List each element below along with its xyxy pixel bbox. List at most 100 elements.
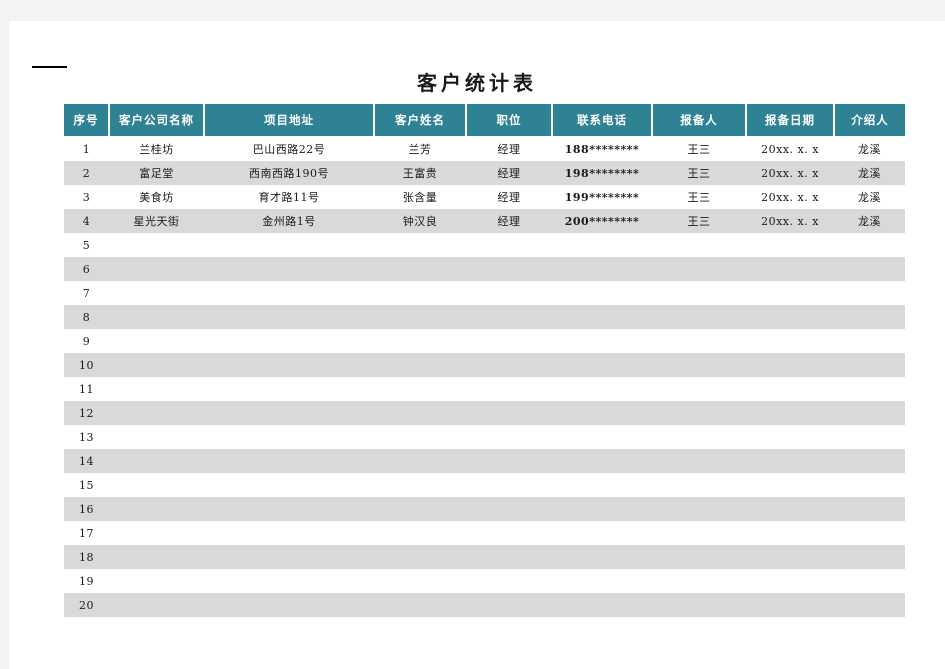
table-row[interactable]: 4 星光天街 金州路1号 钟汉良 经理 200******** 王三 20xx. x. x 龙溪 bbox=[64, 209, 905, 233]
cell-position[interactable]: 经理 bbox=[466, 209, 552, 233]
table-row[interactable]: 5 bbox=[64, 233, 905, 257]
cell-company[interactable]: 美食坊 bbox=[109, 185, 204, 209]
cell-address[interactable]: 金州路1号 bbox=[204, 209, 374, 233]
cell-company[interactable]: 富足堂 bbox=[109, 161, 204, 185]
cell-phone[interactable] bbox=[552, 401, 652, 425]
cell-company[interactable] bbox=[109, 569, 204, 593]
cell-date[interactable] bbox=[746, 521, 834, 545]
cell-index[interactable]: 20 bbox=[64, 593, 109, 617]
cell-position[interactable]: 经理 bbox=[466, 161, 552, 185]
cell-date[interactable] bbox=[746, 593, 834, 617]
cell-customer[interactable] bbox=[374, 545, 466, 569]
table-row[interactable]: 19 bbox=[64, 569, 905, 593]
cell-date[interactable] bbox=[746, 425, 834, 449]
cell-index[interactable]: 3 bbox=[64, 185, 109, 209]
table-row[interactable]: 3 美食坊 育才路11号 张含量 经理 199******** 王三 20xx. x. x 龙溪 bbox=[64, 185, 905, 209]
cell-phone[interactable] bbox=[552, 281, 652, 305]
cell-phone[interactable] bbox=[552, 449, 652, 473]
cell-index[interactable]: 19 bbox=[64, 569, 109, 593]
table-row[interactable]: 15 bbox=[64, 473, 905, 497]
cell-company[interactable] bbox=[109, 329, 204, 353]
cell-reporter[interactable] bbox=[652, 233, 746, 257]
cell-reporter[interactable] bbox=[652, 353, 746, 377]
cell-phone[interactable]: 199******** bbox=[552, 185, 652, 209]
cell-position[interactable] bbox=[466, 569, 552, 593]
cell-index[interactable]: 18 bbox=[64, 545, 109, 569]
cell-phone[interactable] bbox=[552, 497, 652, 521]
cell-customer[interactable] bbox=[374, 305, 466, 329]
cell-reporter[interactable] bbox=[652, 497, 746, 521]
table-row[interactable]: 1 兰桂坊 巴山西路22号 兰芳 经理 188******** 王三 20xx. x. x 龙溪 bbox=[64, 136, 905, 161]
cell-index[interactable]: 12 bbox=[64, 401, 109, 425]
cell-date[interactable]: 20xx. x. x bbox=[746, 136, 834, 161]
column-header-customer[interactable]: 客户姓名 bbox=[374, 104, 467, 137]
cell-address[interactable] bbox=[204, 353, 374, 377]
cell-company[interactable] bbox=[109, 257, 204, 281]
cell-referrer[interactable] bbox=[834, 401, 905, 425]
cell-date[interactable] bbox=[746, 305, 834, 329]
cell-address[interactable] bbox=[204, 305, 374, 329]
column-header-position[interactable]: 职位 bbox=[466, 104, 553, 137]
cell-reporter[interactable] bbox=[652, 257, 746, 281]
cell-customer[interactable]: 王富贵 bbox=[374, 161, 466, 185]
cell-address[interactable] bbox=[204, 449, 374, 473]
cell-customer[interactable] bbox=[374, 497, 466, 521]
cell-address[interactable] bbox=[204, 593, 374, 617]
cell-position[interactable] bbox=[466, 353, 552, 377]
cell-company[interactable] bbox=[109, 233, 204, 257]
cell-date[interactable] bbox=[746, 545, 834, 569]
table-row[interactable]: 9 bbox=[64, 329, 905, 353]
cell-referrer[interactable] bbox=[834, 305, 905, 329]
cell-company[interactable] bbox=[109, 377, 204, 401]
cell-phone[interactable] bbox=[552, 545, 652, 569]
cell-referrer[interactable] bbox=[834, 593, 905, 617]
cell-reporter[interactable] bbox=[652, 305, 746, 329]
cell-address[interactable] bbox=[204, 545, 374, 569]
cell-reporter[interactable] bbox=[652, 329, 746, 353]
cell-customer[interactable] bbox=[374, 281, 466, 305]
table-row[interactable]: 20 bbox=[64, 593, 905, 617]
cell-index[interactable]: 2 bbox=[64, 161, 109, 185]
cell-referrer[interactable]: 龙溪 bbox=[834, 209, 905, 233]
cell-address[interactable] bbox=[204, 521, 374, 545]
cell-customer[interactable] bbox=[374, 449, 466, 473]
cell-index[interactable]: 15 bbox=[64, 473, 109, 497]
cell-phone[interactable] bbox=[552, 521, 652, 545]
cell-customer[interactable] bbox=[374, 329, 466, 353]
cell-date[interactable] bbox=[746, 473, 834, 497]
cell-index[interactable]: 10 bbox=[64, 353, 109, 377]
cell-company[interactable] bbox=[109, 545, 204, 569]
column-header-reporter[interactable]: 报备人 bbox=[652, 104, 747, 137]
cell-address[interactable] bbox=[204, 377, 374, 401]
cell-position[interactable] bbox=[466, 305, 552, 329]
cell-referrer[interactable]: 龙溪 bbox=[834, 161, 905, 185]
cell-referrer[interactable] bbox=[834, 569, 905, 593]
cell-index[interactable]: 14 bbox=[64, 449, 109, 473]
table-row[interactable]: 11 bbox=[64, 377, 905, 401]
cell-position[interactable] bbox=[466, 449, 552, 473]
cell-customer[interactable] bbox=[374, 233, 466, 257]
cell-reporter[interactable] bbox=[652, 473, 746, 497]
cell-position[interactable]: 经理 bbox=[466, 185, 552, 209]
cell-referrer[interactable] bbox=[834, 473, 905, 497]
cell-company[interactable] bbox=[109, 521, 204, 545]
table-row[interactable]: 17 bbox=[64, 521, 905, 545]
cell-phone[interactable] bbox=[552, 569, 652, 593]
cell-phone[interactable]: 198******** bbox=[552, 161, 652, 185]
cell-index[interactable]: 9 bbox=[64, 329, 109, 353]
column-header-phone[interactable]: 联系电话 bbox=[552, 104, 653, 137]
cell-reporter[interactable] bbox=[652, 425, 746, 449]
cell-address[interactable]: 巴山西路22号 bbox=[204, 136, 374, 161]
table-row[interactable]: 14 bbox=[64, 449, 905, 473]
cell-reporter[interactable]: 王三 bbox=[652, 209, 746, 233]
cell-phone[interactable] bbox=[552, 377, 652, 401]
cell-date[interactable]: 20xx. x. x bbox=[746, 185, 834, 209]
cell-index[interactable]: 4 bbox=[64, 209, 109, 233]
cell-referrer[interactable] bbox=[834, 329, 905, 353]
cell-index[interactable]: 13 bbox=[64, 425, 109, 449]
cell-address[interactable] bbox=[204, 233, 374, 257]
cell-date[interactable] bbox=[746, 497, 834, 521]
cell-phone[interactable] bbox=[552, 425, 652, 449]
table-row[interactable]: 8 bbox=[64, 305, 905, 329]
cell-address[interactable]: 育才路11号 bbox=[204, 185, 374, 209]
